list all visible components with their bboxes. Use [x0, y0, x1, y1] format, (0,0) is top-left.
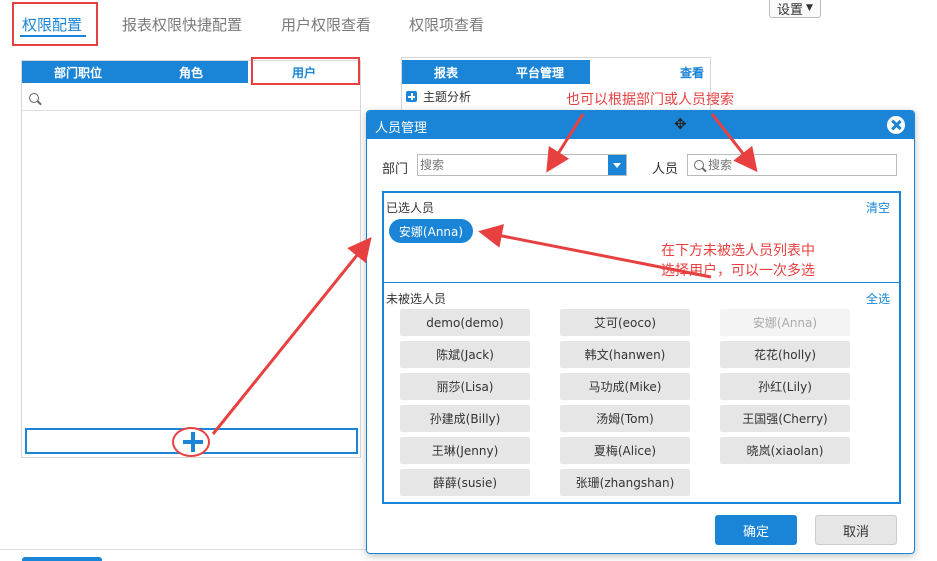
dropdown-arrow-icon[interactable] — [608, 155, 626, 175]
settings-label: 设置 — [777, 2, 804, 18]
user-item[interactable]: 王国强(Cherry) — [720, 405, 850, 432]
tree-item-theme-analysis[interactable]: 主题分析 — [406, 88, 471, 105]
tab-platform-manage[interactable]: 平台管理 — [490, 60, 590, 84]
user-item[interactable]: 孙建成(Billy) — [400, 405, 530, 432]
user-item[interactable]: 陈斌(Jack) — [400, 341, 530, 368]
user-item[interactable]: 花花(holly) — [720, 341, 850, 368]
add-button[interactable] — [172, 427, 210, 457]
highlight-box-user-tab — [251, 57, 360, 85]
user-item[interactable]: 夏梅(Alice) — [560, 437, 690, 464]
modal-header[interactable]: 人员管理 ✥ — [367, 111, 914, 139]
user-item[interactable]: 张珊(zhangshan) — [560, 469, 690, 496]
settings-dropdown-button[interactable]: 设置 ▼ — [769, 0, 821, 18]
annotation-search-hint: 也可以根据部门或人员搜索 — [566, 92, 734, 108]
user-item[interactable]: 晓岚(xiaolan) — [720, 437, 850, 464]
tab-report[interactable]: 报表 — [402, 60, 490, 84]
highlight-box-tab — [12, 2, 98, 46]
tab-user-permission-view[interactable]: 用户权限查看 — [281, 14, 371, 35]
section-divider — [384, 282, 899, 283]
user-item[interactable]: 韩文(hanwen) — [560, 341, 690, 368]
user-item[interactable]: 汤姆(Tom) — [560, 405, 690, 432]
tree-item-label: 主题分析 — [423, 90, 472, 104]
bottom-divider — [0, 549, 366, 550]
clear-link[interactable]: 清空 — [866, 199, 890, 216]
caret-down-icon: ▼ — [806, 3, 813, 13]
cancel-button[interactable]: 取消 — [815, 515, 897, 545]
annotation-select-hint-1: 在下方未被选人员列表中 — [661, 243, 815, 259]
user-item[interactable]: demo(demo) — [400, 309, 530, 336]
user-item[interactable]: 孙红(Lily) — [720, 373, 850, 400]
select-all-link[interactable]: 全选 — [866, 290, 890, 307]
user-item[interactable]: 丽莎(Lisa) — [400, 373, 530, 400]
confirm-button[interactable]: 确定 — [715, 515, 797, 545]
modal-title: 人员管理 — [375, 121, 428, 136]
unselected-users-label: 未被选人员 — [386, 292, 447, 306]
right-tab-bar: 报表 平台管理 查看 — [402, 60, 710, 84]
user-item[interactable]: 安娜(Anna) — [720, 309, 850, 336]
tab-report-quick-config[interactable]: 报表权限快捷配置 — [122, 14, 242, 35]
user-item[interactable]: 艾可(eoco) — [560, 309, 690, 336]
tab-dept-position[interactable]: 部门职位 — [22, 61, 134, 83]
selected-user-chip[interactable]: 安娜(Anna) — [389, 219, 473, 243]
bottom-button-stub[interactable] — [22, 557, 102, 561]
user-item[interactable]: 薛薛(susie) — [400, 469, 530, 496]
user-selection-box: 已选人员 清空 安娜(Anna) 未被选人员 全选 demo(demo) 艾可(e… — [382, 191, 901, 504]
dept-select[interactable] — [417, 154, 627, 176]
tab-permission-item-view[interactable]: 权限项查看 — [409, 14, 484, 35]
dept-label: 部门 — [382, 162, 409, 177]
search-icon — [29, 93, 39, 103]
left-search-bar[interactable] — [22, 85, 360, 111]
user-item[interactable]: 马功成(Mike) — [560, 373, 690, 400]
person-search-input[interactable] — [708, 156, 894, 174]
tab-role[interactable]: 角色 — [134, 61, 248, 83]
expand-icon — [406, 91, 417, 102]
plus-icon — [183, 432, 203, 452]
user-item[interactable]: 王琳(Jenny) — [400, 437, 530, 464]
person-label: 人员 — [652, 162, 679, 177]
close-icon[interactable] — [887, 116, 905, 134]
tab-view[interactable]: 查看 — [590, 60, 710, 84]
selected-users-label: 已选人员 — [386, 201, 435, 215]
left-panel: 部门职位 角色 用户 — [21, 60, 361, 458]
user-management-modal: 人员管理 ✥ 部门 人员 已选人员 清空 安娜(Anna) 未被选人员 全选 d… — [366, 110, 915, 554]
annotation-select-hint-2: 选择用户，可以一次多选 — [661, 263, 815, 279]
move-icon[interactable]: ✥ — [674, 117, 687, 132]
search-icon — [694, 160, 704, 170]
dept-search-input[interactable] — [420, 156, 606, 174]
person-search-box[interactable] — [687, 154, 897, 176]
